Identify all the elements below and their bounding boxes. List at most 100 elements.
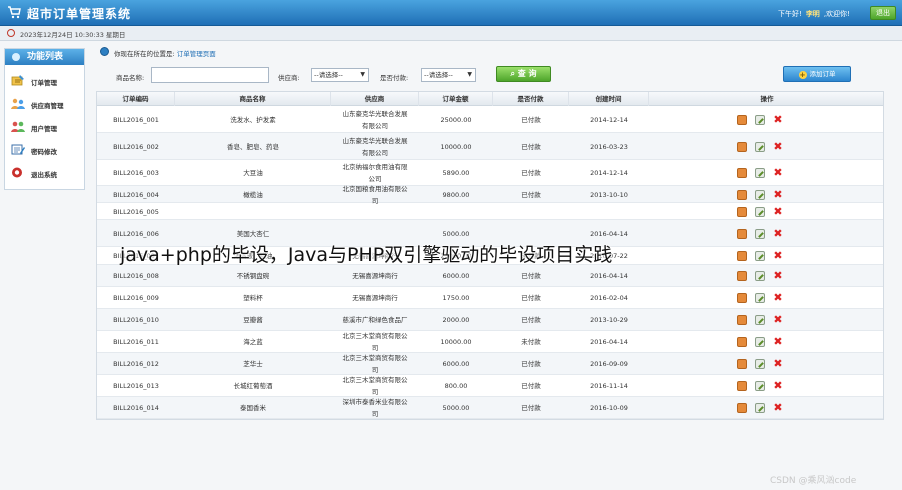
view-icon[interactable]: [737, 403, 747, 413]
column-header-date: 创建时间: [569, 92, 649, 106]
password-icon: [11, 144, 25, 155]
edit-icon[interactable]: [755, 141, 765, 152]
view-icon[interactable]: [737, 206, 747, 217]
main-content: 你现在所在的位置是: 订单管理页面 商品名称: 供应商: --请选择-- ▼ 是…: [96, 44, 896, 490]
view-icon[interactable]: [737, 337, 747, 347]
view-icon[interactable]: [737, 381, 747, 391]
view-icon[interactable]: [737, 315, 747, 325]
cell-supplier: 深圳市泰香米业有限公司: [342, 398, 408, 418]
sidebar-item-exit[interactable]: 退出系统: [5, 163, 84, 183]
sidebar-item-orders[interactable]: 订单管理: [5, 71, 84, 91]
edit-icon[interactable]: [755, 381, 765, 391]
delete-icon[interactable]: ✖: [773, 402, 783, 413]
edit-icon[interactable]: [755, 228, 765, 239]
delete-icon[interactable]: ✖: [773, 206, 783, 217]
cell-supplier: 北京国粮食用油有限公司: [342, 184, 408, 205]
cell-amount: 9800.00: [442, 190, 470, 199]
delete-icon[interactable]: ✖: [773, 270, 783, 281]
delete-icon[interactable]: ✖: [773, 336, 783, 347]
row-actions: ✖: [737, 397, 797, 419]
view-icon[interactable]: [737, 271, 747, 281]
cell-paid-status: 已付款: [521, 190, 541, 199]
view-icon[interactable]: [737, 228, 747, 239]
sidebar-item-suppliers[interactable]: 供应商管理: [5, 94, 84, 114]
row-actions: ✖: [737, 247, 797, 265]
cell-paid-status: 已付款: [521, 272, 541, 280]
breadcrumb-prefix: 你现在所在的位置是:: [114, 50, 175, 58]
delete-icon[interactable]: ✖: [773, 167, 783, 178]
view-icon[interactable]: [737, 189, 747, 200]
edit-icon[interactable]: [755, 271, 765, 281]
cell-created-date: 2014-12-14: [590, 169, 628, 177]
order-icon: [11, 75, 24, 86]
cell-amount: 10000.00: [440, 142, 472, 151]
logout-button[interactable]: 退出: [870, 6, 896, 20]
add-order-button[interactable]: + 添加订单: [783, 66, 851, 82]
delete-icon[interactable]: ✖: [773, 114, 783, 125]
breadcrumb-current[interactable]: 订单管理页面: [177, 50, 216, 58]
cell-product-name: 芝华士: [243, 360, 263, 368]
sidebar-item-label: 订单管理: [31, 79, 57, 87]
cell-amount: 800.00: [444, 382, 468, 390]
cell-supplier: [341, 203, 409, 220]
edit-icon[interactable]: [755, 189, 765, 200]
edit-icon[interactable]: [755, 315, 765, 325]
cell-supplier: 北京三木堂商贸有限公司: [342, 354, 408, 374]
view-icon[interactable]: [737, 168, 747, 178]
add-order-label: 添加订单: [809, 70, 836, 78]
overlay-caption: java+php的毕设，Java与PHP双引擎驱动的毕设项目实践: [120, 244, 613, 266]
cell-product-name: 塑料杯: [243, 294, 263, 302]
cell-created-date: 2016-10-09: [590, 404, 628, 412]
delete-icon[interactable]: ✖: [773, 380, 783, 391]
paid-select[interactable]: --请选择-- ▼: [421, 68, 476, 82]
edit-icon[interactable]: [755, 251, 765, 261]
supplier-select-value: --请选择--: [314, 71, 343, 79]
cell-paid-status: 已付款: [521, 169, 541, 177]
query-button[interactable]: ⌕ 查 询: [496, 66, 551, 82]
view-icon[interactable]: [737, 114, 747, 125]
cell-supplier: 山东豪克华光联合发展有限公司: [342, 136, 408, 157]
date-bar: 2023年12月24日 10:30:33 星期日: [0, 26, 902, 41]
delete-icon[interactable]: ✖: [773, 292, 783, 303]
app-title: 超市订单管理系统: [27, 7, 132, 21]
cell-product-name: 大豆油: [243, 169, 263, 177]
delete-icon[interactable]: ✖: [773, 228, 783, 239]
view-icon[interactable]: [737, 141, 747, 152]
delete-icon[interactable]: ✖: [773, 141, 783, 152]
cell-order-code: BILL2016_011: [113, 338, 159, 346]
view-icon[interactable]: [737, 359, 747, 369]
row-actions: ✖: [737, 160, 797, 186]
delete-icon[interactable]: ✖: [773, 250, 783, 261]
sidebar-item-label: 用户管理: [31, 125, 57, 133]
paid-select-value: --请选择--: [424, 71, 453, 79]
cell-paid-status: 未付款: [521, 338, 541, 346]
delete-icon[interactable]: ✖: [773, 314, 783, 325]
view-icon[interactable]: [737, 293, 747, 303]
cell-created-date: 2016-09-09: [590, 360, 628, 368]
table-row: BILL2016_005 ✖: [97, 203, 883, 220]
cell-order-code: BILL2016_012: [113, 360, 159, 368]
delete-icon[interactable]: ✖: [773, 358, 783, 369]
table-row: BILL2016_009 塑料杯 无锡喜源坤商行 1750.00 已付款 2016-02-…: [97, 287, 883, 309]
edit-icon[interactable]: [755, 293, 765, 303]
sidebar-item-users[interactable]: 用户管理: [5, 117, 84, 137]
edit-icon[interactable]: [755, 337, 765, 347]
cell-supplier: 无锡喜源坤商行: [352, 272, 398, 280]
edit-icon[interactable]: [755, 114, 765, 125]
view-icon[interactable]: [737, 251, 747, 261]
sidebar-item-password[interactable]: 密码修改: [5, 140, 84, 160]
cell-created-date: 2013-10-10: [590, 190, 628, 199]
cell-created-date: 2016-11-14: [590, 382, 628, 390]
edit-icon[interactable]: [755, 359, 765, 369]
greeting-prefix: 下午好!: [778, 10, 802, 18]
cell-paid-status: 已付款: [521, 294, 541, 302]
edit-icon[interactable]: [755, 168, 765, 178]
row-actions: ✖: [737, 133, 797, 160]
delete-icon[interactable]: ✖: [773, 189, 783, 200]
row-actions: ✖: [737, 106, 797, 133]
search-icon: ⌕: [510, 69, 515, 78]
supplier-select[interactable]: --请选择-- ▼: [311, 68, 369, 82]
edit-icon[interactable]: [755, 403, 765, 413]
product-name-input[interactable]: [151, 67, 269, 83]
edit-icon[interactable]: [755, 206, 765, 217]
